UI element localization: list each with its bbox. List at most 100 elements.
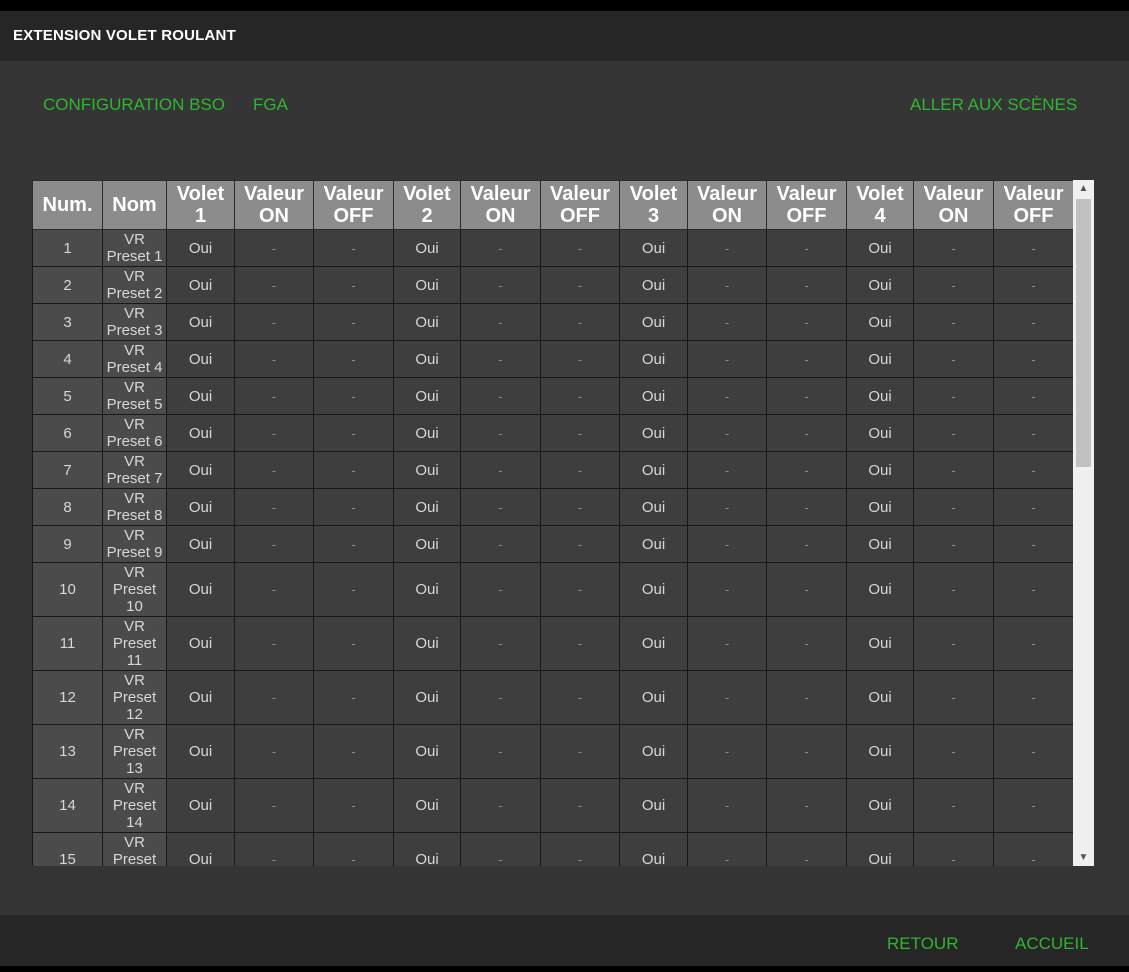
cell-value[interactable]: Oui	[393, 670, 461, 725]
table-row[interactable]: 7 VR Preset 7 Oui - - Oui - - Oui - - Oui - -	[32, 451, 1074, 489]
cell-value[interactable]: Oui	[393, 616, 461, 671]
cell-value[interactable]: -	[766, 266, 847, 304]
cell-value[interactable]: -	[313, 451, 394, 489]
cell-value[interactable]: -	[460, 616, 541, 671]
cell-value[interactable]: Oui	[619, 832, 688, 866]
cell-value[interactable]: -	[993, 229, 1074, 267]
cell-value[interactable]: Oui	[166, 616, 235, 671]
cell-value[interactable]: -	[460, 832, 541, 866]
cell-value[interactable]: -	[540, 303, 620, 341]
cell-value[interactable]: Oui	[166, 724, 235, 779]
cell-value[interactable]: Oui	[393, 778, 461, 833]
cell-value[interactable]: -	[234, 266, 314, 304]
cell-value[interactable]: -	[687, 303, 767, 341]
cell-value[interactable]: Oui	[619, 616, 688, 671]
cell-value[interactable]: -	[234, 670, 314, 725]
cell-value[interactable]: -	[234, 488, 314, 526]
cell-value[interactable]: -	[913, 616, 994, 671]
cell-value[interactable]: Oui	[619, 303, 688, 341]
cell-value[interactable]: -	[993, 414, 1074, 452]
cell-value[interactable]: Oui	[393, 724, 461, 779]
cell-value[interactable]: Oui	[166, 562, 235, 617]
cell-value[interactable]: -	[460, 488, 541, 526]
cell-value[interactable]: -	[460, 778, 541, 833]
cell-value[interactable]: -	[540, 414, 620, 452]
cell-value[interactable]: -	[687, 525, 767, 563]
cell-value[interactable]: Oui	[619, 451, 688, 489]
configuration-bso-link[interactable]: CONFIGURATION BSO	[43, 95, 225, 115]
cell-value[interactable]: -	[234, 832, 314, 866]
cell-value[interactable]: Oui	[619, 778, 688, 833]
cell-value[interactable]: -	[460, 303, 541, 341]
cell-value[interactable]: Oui	[846, 340, 914, 378]
cell-value[interactable]: -	[913, 488, 994, 526]
cell-value[interactable]: -	[234, 303, 314, 341]
cell-value[interactable]: -	[540, 451, 620, 489]
cell-value[interactable]: -	[313, 778, 394, 833]
cell-value[interactable]: Oui	[619, 229, 688, 267]
cell-value[interactable]: -	[993, 340, 1074, 378]
cell-value[interactable]: Oui	[846, 778, 914, 833]
go-to-scenes-link[interactable]: ALLER AUX SCÈNES	[910, 95, 1077, 115]
cell-value[interactable]: -	[540, 525, 620, 563]
cell-value[interactable]: -	[540, 616, 620, 671]
cell-value[interactable]: -	[313, 303, 394, 341]
cell-value[interactable]: -	[913, 670, 994, 725]
cell-value[interactable]: -	[766, 778, 847, 833]
cell-value[interactable]: -	[313, 229, 394, 267]
cell-value[interactable]: -	[766, 616, 847, 671]
cell-value[interactable]: Oui	[393, 525, 461, 563]
cell-value[interactable]: -	[993, 451, 1074, 489]
cell-value[interactable]: -	[313, 414, 394, 452]
back-button[interactable]: RETOUR	[887, 934, 958, 954]
cell-value[interactable]: -	[234, 451, 314, 489]
cell-value[interactable]: Oui	[846, 451, 914, 489]
table-row[interactable]: 15VRPreset15Oui--Oui--Oui--Oui--	[32, 832, 1074, 866]
cell-value[interactable]: -	[687, 451, 767, 489]
cell-value[interactable]: Oui	[846, 562, 914, 617]
cell-value[interactable]: -	[766, 525, 847, 563]
cell-value[interactable]: -	[766, 451, 847, 489]
table-scrollbar[interactable]: ▲ ▼	[1073, 180, 1094, 866]
cell-value[interactable]: -	[234, 616, 314, 671]
cell-value[interactable]: Oui	[393, 414, 461, 452]
cell-value[interactable]: -	[766, 414, 847, 452]
table-row[interactable]: 12 VR Preset 12 Oui - - Oui - - Oui - - Oui - -	[32, 670, 1074, 725]
cell-value[interactable]: -	[993, 670, 1074, 725]
cell-value[interactable]: Oui	[166, 340, 235, 378]
cell-value[interactable]: -	[234, 229, 314, 267]
scroll-up-icon[interactable]: ▲	[1073, 180, 1094, 197]
cell-value[interactable]: -	[313, 488, 394, 526]
cell-value[interactable]: Oui	[619, 525, 688, 563]
cell-value[interactable]: -	[540, 340, 620, 378]
cell-value[interactable]: Oui	[846, 266, 914, 304]
cell-value[interactable]: Oui	[393, 377, 461, 415]
cell-value[interactable]: -	[234, 724, 314, 779]
cell-value[interactable]: -	[540, 377, 620, 415]
cell-value[interactable]: -	[313, 724, 394, 779]
cell-value[interactable]: Oui	[846, 670, 914, 725]
cell-value[interactable]: -	[687, 562, 767, 617]
cell-value[interactable]: -	[460, 266, 541, 304]
cell-value[interactable]: -	[687, 832, 767, 866]
cell-value[interactable]: -	[460, 670, 541, 725]
cell-value[interactable]: -	[313, 340, 394, 378]
cell-value[interactable]: -	[766, 488, 847, 526]
cell-value[interactable]: -	[913, 340, 994, 378]
scroll-thumb[interactable]	[1076, 199, 1091, 467]
cell-value[interactable]: -	[687, 724, 767, 779]
cell-value[interactable]: -	[993, 562, 1074, 617]
cell-value[interactable]: -	[687, 488, 767, 526]
cell-value[interactable]: Oui	[846, 229, 914, 267]
cell-value[interactable]: Oui	[619, 414, 688, 452]
cell-value[interactable]: -	[687, 266, 767, 304]
cell-value[interactable]: -	[766, 832, 847, 866]
cell-value[interactable]: -	[234, 414, 314, 452]
cell-value[interactable]: -	[687, 414, 767, 452]
table-row[interactable]: 14 VR Preset 14 Oui - - Oui - - Oui - - Oui - -	[32, 778, 1074, 833]
cell-value[interactable]: Oui	[846, 724, 914, 779]
cell-value[interactable]: -	[234, 562, 314, 617]
cell-value[interactable]: -	[313, 670, 394, 725]
cell-value[interactable]: -	[993, 616, 1074, 671]
cell-value[interactable]: -	[313, 266, 394, 304]
